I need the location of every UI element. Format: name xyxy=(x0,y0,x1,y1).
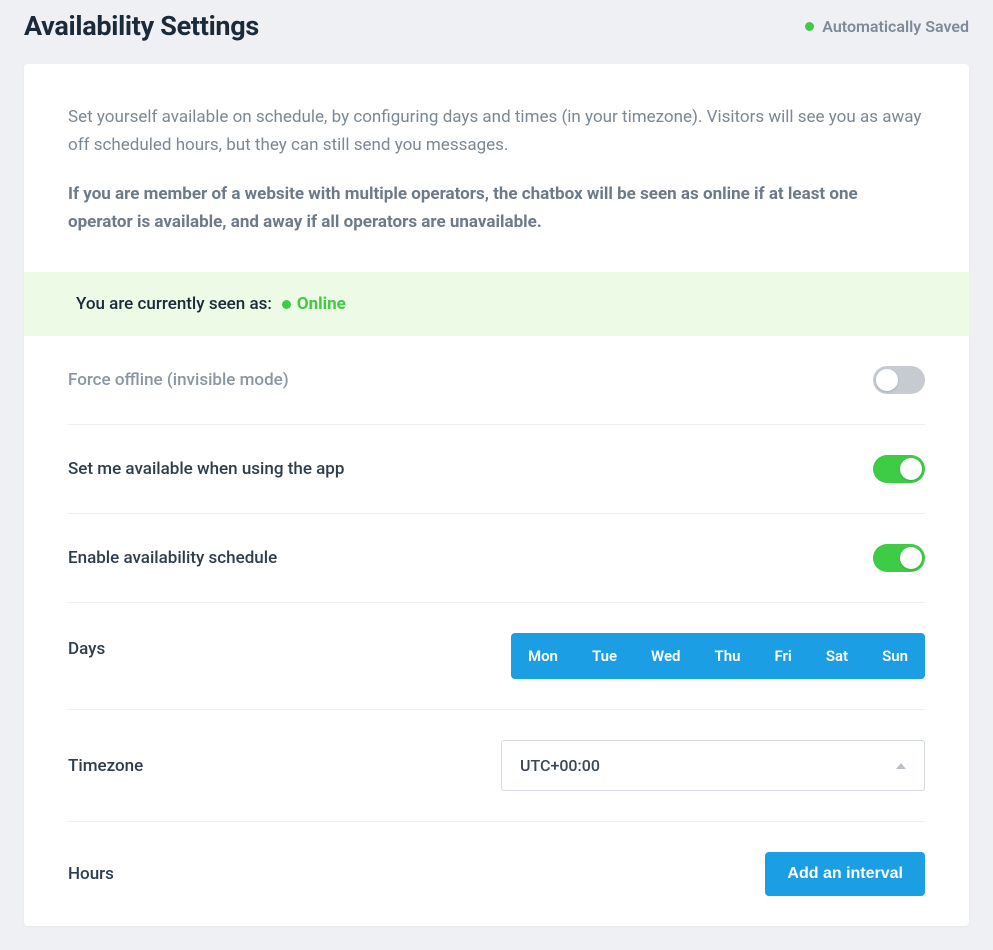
settings-card: Set yourself available on schedule, by c… xyxy=(24,64,969,926)
row-force-offline: Force offline (invisible mode) xyxy=(68,336,925,425)
days-selector: Mon Tue Wed Thu Fri Sat Sun xyxy=(511,633,925,679)
toggle-knob xyxy=(900,547,922,569)
status-dot-icon xyxy=(282,300,291,309)
day-pill-thu[interactable]: Thu xyxy=(698,633,758,679)
day-pill-sun[interactable]: Sun xyxy=(865,633,925,679)
day-pill-mon[interactable]: Mon xyxy=(511,633,575,679)
force-offline-toggle[interactable] xyxy=(873,366,925,394)
force-offline-label: Force offline (invisible mode) xyxy=(68,370,289,390)
timezone-select[interactable]: UTC+00:00 xyxy=(501,740,925,791)
enable-schedule-label: Enable availability schedule xyxy=(68,548,277,568)
timezone-value: UTC+00:00 xyxy=(520,756,600,775)
hours-label: Hours xyxy=(68,864,114,884)
row-available-app: Set me available when using the app xyxy=(68,425,925,514)
status-text: Online xyxy=(297,294,346,314)
status-prefix: You are currently seen as: xyxy=(76,294,272,314)
days-label: Days xyxy=(68,633,105,659)
status-value: Online xyxy=(282,294,346,314)
day-pill-fri[interactable]: Fri xyxy=(757,633,808,679)
intro-text-1: Set yourself available on schedule, by c… xyxy=(68,104,925,159)
page-title: Availability Settings xyxy=(24,10,259,42)
available-app-toggle[interactable] xyxy=(873,455,925,483)
intro-block: Set yourself available on schedule, by c… xyxy=(24,64,969,272)
row-days: Days Mon Tue Wed Thu Fri Sat Sun xyxy=(68,603,925,710)
add-interval-button[interactable]: Add an interval xyxy=(765,852,925,896)
intro-text-2: If you are member of a website with mult… xyxy=(68,181,925,236)
autosave-dot-icon xyxy=(805,22,814,31)
caret-up-icon xyxy=(896,763,906,769)
autosave-indicator: Automatically Saved xyxy=(805,17,969,36)
toggle-knob xyxy=(876,369,898,391)
row-enable-schedule: Enable availability schedule xyxy=(68,514,925,603)
row-hours: Hours Add an interval xyxy=(68,822,925,926)
enable-schedule-toggle[interactable] xyxy=(873,544,925,572)
autosave-label: Automatically Saved xyxy=(822,17,969,36)
day-pill-tue[interactable]: Tue xyxy=(575,633,634,679)
status-banner: You are currently seen as: Online xyxy=(24,272,969,336)
day-pill-wed[interactable]: Wed xyxy=(634,633,697,679)
row-timezone: Timezone UTC+00:00 xyxy=(68,710,925,822)
day-pill-sat[interactable]: Sat xyxy=(809,633,865,679)
toggle-knob xyxy=(900,458,922,480)
available-app-label: Set me available when using the app xyxy=(68,459,344,479)
timezone-label: Timezone xyxy=(68,756,143,776)
